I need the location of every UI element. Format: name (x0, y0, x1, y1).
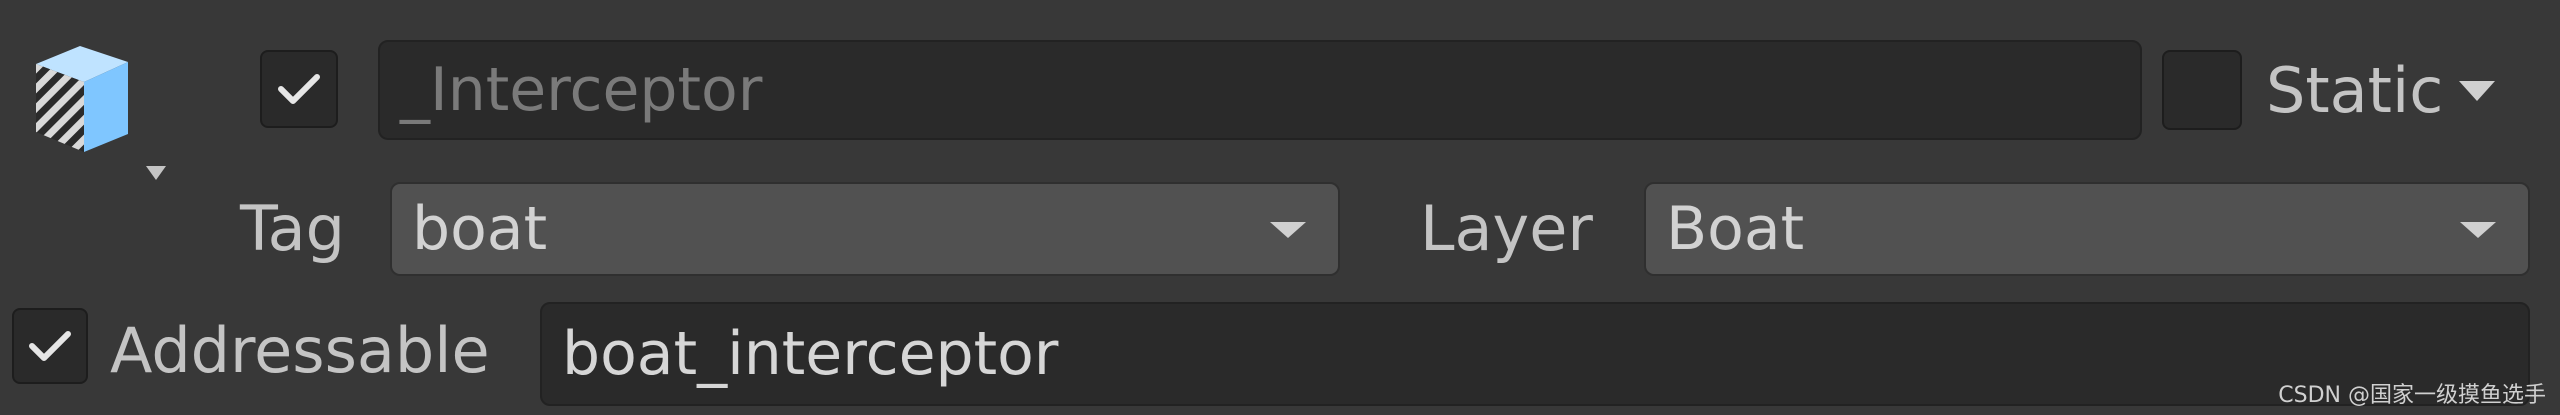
active-checkbox[interactable] (260, 50, 338, 128)
object-name-value: _Interceptor (400, 55, 763, 125)
tag-label: Tag (240, 192, 345, 265)
prefab-cube-icon (36, 46, 166, 180)
caret-down-icon (2459, 81, 2496, 101)
prefab-icon-button[interactable] (28, 42, 166, 190)
caret-down-icon (2460, 222, 2496, 238)
addressable-checkbox[interactable] (12, 308, 88, 384)
layer-dropdown[interactable]: Boat (1644, 182, 2530, 276)
object-name-field[interactable]: _Interceptor (378, 40, 2142, 140)
layer-value: Boat (1666, 194, 1805, 264)
caret-down-icon (146, 166, 166, 180)
static-checkbox[interactable] (2162, 50, 2242, 130)
tag-value: boat (412, 194, 548, 264)
layer-label: Layer (1420, 192, 1593, 265)
addressable-label: Addressable (110, 314, 490, 387)
addressable-address-field[interactable]: boat_interceptor (540, 302, 2530, 406)
static-label: Static (2266, 54, 2444, 127)
caret-down-icon (1270, 222, 1306, 238)
checkmark-icon (29, 331, 71, 361)
static-dropdown[interactable]: Static (2266, 56, 2497, 126)
watermark: CSDN @国家一级摸鱼选手 (2278, 383, 2546, 408)
checkmark-icon (278, 74, 320, 104)
addressable-address-value: boat_interceptor (562, 319, 1059, 389)
tag-dropdown[interactable]: boat (390, 182, 1340, 276)
